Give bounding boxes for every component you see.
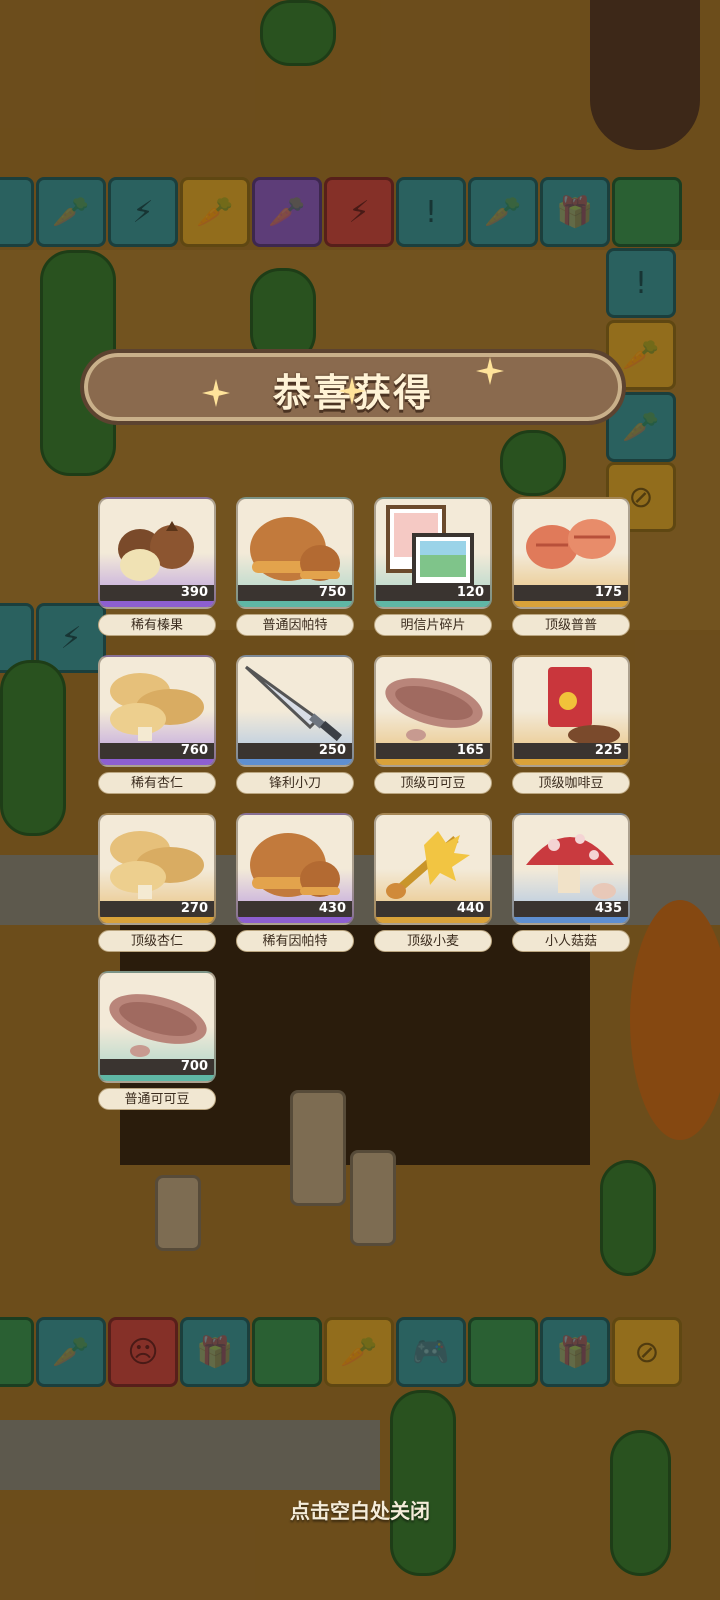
item-name: 稀有榛果: [98, 614, 216, 636]
rarity-stripe: [238, 917, 352, 923]
item-name: 顶级普普: [512, 614, 630, 636]
reward-item-card[interactable]: 250 锋利小刀: [236, 655, 354, 796]
rarity-stripe: [100, 1075, 214, 1081]
item-name: 稀有杏仁: [98, 772, 216, 794]
sparkle-icon: [476, 357, 504, 385]
reward-item-card[interactable]: 750 普通因帕特: [236, 497, 354, 638]
item-quantity: 250: [238, 743, 352, 759]
reward-item-card[interactable]: 175 顶级普普: [512, 497, 630, 638]
item-quantity: 750: [238, 585, 352, 601]
game-board-background[interactable]: 🥕 ⚡ 🥕 🥕 ⚡ ! 🥕 🎁 ! 🥕 🥕 ⊘ ⚡ 🥕 ☹ 🎁 🥕 🎮 🎁 ⊘: [0, 0, 720, 1600]
rarity-stripe: [100, 759, 214, 765]
almond-icon: [100, 657, 214, 749]
sparkle-icon: [338, 377, 366, 405]
modal-overlay[interactable]: [0, 0, 720, 1600]
item-quantity: 440: [376, 901, 490, 917]
item-frame: 430: [236, 813, 354, 925]
item-name: 顶级咖啡豆: [512, 772, 630, 794]
rarity-stripe: [514, 601, 628, 607]
reward-item-card[interactable]: 440 顶级小麦: [374, 813, 492, 954]
item-frame: 270: [98, 813, 216, 925]
mushroom-icon: [514, 815, 628, 907]
rarity-stripe: [376, 759, 490, 765]
cocoa-bean-icon: [376, 657, 490, 749]
reward-item-card[interactable]: 430 稀有因帕特: [236, 813, 354, 954]
postcard-icon: [376, 499, 490, 591]
cocoa-bean-icon: [100, 973, 214, 1065]
item-quantity: 760: [100, 743, 214, 759]
item-name: 明信片碎片: [374, 614, 492, 636]
reward-item-card[interactable]: 435 小人菇菇: [512, 813, 630, 954]
item-quantity: 225: [514, 743, 628, 759]
reward-item-card[interactable]: 700 普通可可豆: [98, 971, 216, 1112]
rarity-stripe: [100, 601, 214, 607]
rarity-stripe: [514, 759, 628, 765]
item-name: 锋利小刀: [236, 772, 354, 794]
item-frame: 120: [374, 497, 492, 609]
item-name: 顶级小麦: [374, 930, 492, 952]
item-name: 顶级可可豆: [374, 772, 492, 794]
item-frame: 390: [98, 497, 216, 609]
item-quantity: 700: [100, 1059, 214, 1075]
rarity-stripe: [376, 917, 490, 923]
item-frame: 435: [512, 813, 630, 925]
item-frame: 760: [98, 655, 216, 767]
item-quantity: 390: [100, 585, 214, 601]
impat-nut-icon: [238, 815, 352, 907]
item-frame: 750: [236, 497, 354, 609]
reward-item-card[interactable]: 760 稀有杏仁: [98, 655, 216, 796]
hazelnut-icon: [100, 499, 214, 591]
item-quantity: 430: [238, 901, 352, 917]
item-frame: 700: [98, 971, 216, 1083]
item-quantity: 120: [376, 585, 490, 601]
reward-item-card[interactable]: 165 顶级可可豆: [374, 655, 492, 796]
rarity-stripe: [100, 917, 214, 923]
item-quantity: 435: [514, 901, 628, 917]
item-frame: 440: [374, 813, 492, 925]
item-name: 顶级杏仁: [98, 930, 216, 952]
item-frame: 250: [236, 655, 354, 767]
knife-icon: [238, 657, 352, 749]
rarity-stripe: [238, 759, 352, 765]
item-quantity: 175: [514, 585, 628, 601]
item-name: 普通可可豆: [98, 1088, 216, 1110]
item-name: 小人菇菇: [512, 930, 630, 952]
impat-nut-icon: [238, 499, 352, 591]
rarity-stripe: [376, 601, 490, 607]
almond-icon: [100, 815, 214, 907]
rarity-stripe: [514, 917, 628, 923]
item-frame: 175: [512, 497, 630, 609]
pupu-icon: [514, 499, 628, 591]
item-quantity: 270: [100, 901, 214, 917]
item-frame: 165: [374, 655, 492, 767]
rarity-stripe: [238, 601, 352, 607]
wheat-icon: [376, 815, 490, 907]
item-name: 普通因帕特: [236, 614, 354, 636]
close-hint-text[interactable]: 点击空白处关闭: [0, 1495, 720, 1524]
reward-item-card[interactable]: 390 稀有榛果: [98, 497, 216, 638]
reward-item-card[interactable]: 270 顶级杏仁: [98, 813, 216, 954]
reward-title-banner: 恭喜获得: [80, 349, 626, 425]
coffee-bean-bag-icon: [514, 657, 628, 749]
reward-item-card[interactable]: 120 明信片碎片: [374, 497, 492, 638]
item-quantity: 165: [376, 743, 490, 759]
item-name: 稀有因帕特: [236, 930, 354, 952]
item-frame: 225: [512, 655, 630, 767]
reward-item-card[interactable]: 225 顶级咖啡豆: [512, 655, 630, 796]
sparkle-icon: [202, 379, 230, 407]
